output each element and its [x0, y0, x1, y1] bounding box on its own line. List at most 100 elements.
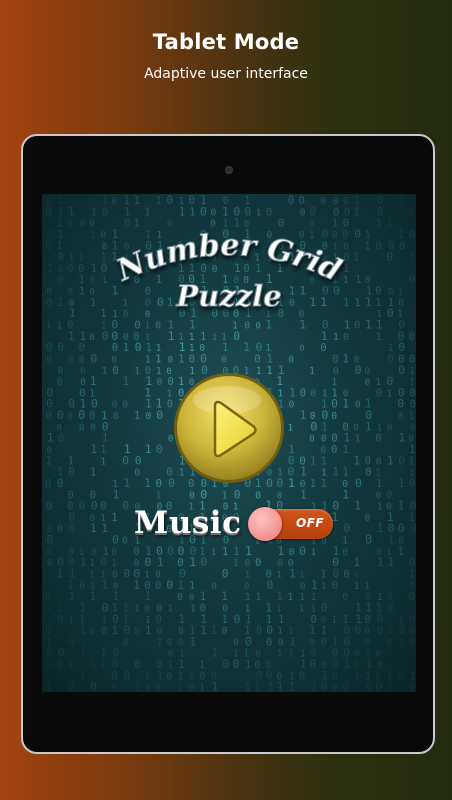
- svg-text:1: 1: [267, 680, 274, 692]
- svg-text:1: 1: [288, 680, 295, 692]
- svg-text:0: 0: [387, 625, 393, 637]
- svg-text:1: 1: [342, 536, 348, 547]
- svg-text:1: 1: [46, 682, 52, 692]
- svg-text:0: 0: [57, 408, 64, 422]
- svg-text:0: 0: [46, 341, 53, 354]
- svg-text:0: 0: [46, 500, 53, 513]
- svg-text:1: 1: [89, 570, 95, 581]
- svg-text:0: 0: [46, 533, 53, 547]
- svg-text:0: 0: [388, 521, 395, 535]
- svg-text:0: 0: [46, 355, 52, 366]
- svg-text:0: 0: [354, 570, 360, 581]
- svg-text:0: 0: [344, 522, 351, 535]
- svg-text:0: 0: [245, 558, 251, 569]
- svg-text:1: 1: [300, 465, 307, 479]
- svg-text:1: 1: [177, 669, 184, 682]
- svg-text:0: 0: [398, 671, 404, 682]
- play-button[interactable]: [173, 372, 285, 484]
- svg-text:1: 1: [354, 500, 361, 513]
- svg-text:1: 1: [320, 569, 326, 581]
- svg-text:1: 1: [408, 455, 414, 467]
- svg-text:0: 0: [146, 411, 152, 422]
- svg-text:0: 0: [134, 626, 140, 637]
- svg-text:1: 1: [68, 660, 74, 671]
- svg-text:1: 1: [409, 443, 416, 456]
- svg-text:0: 0: [278, 637, 284, 648]
- svg-text:1: 1: [189, 343, 195, 354]
- svg-text:1: 1: [377, 555, 384, 569]
- svg-text:1: 1: [355, 434, 361, 445]
- svg-text:1: 1: [409, 569, 415, 581]
- svg-text:1: 1: [342, 467, 348, 479]
- svg-text:1: 1: [299, 592, 305, 603]
- svg-text:0: 0: [267, 579, 274, 592]
- svg-text:1: 1: [265, 601, 272, 615]
- svg-text:0: 0: [233, 637, 239, 648]
- svg-text:0: 0: [79, 422, 85, 433]
- svg-text:1: 1: [277, 626, 283, 637]
- svg-text:0: 0: [189, 683, 195, 692]
- svg-text:0: 0: [189, 490, 195, 501]
- svg-text:1: 1: [144, 476, 151, 490]
- svg-text:0: 0: [57, 657, 64, 671]
- svg-text:0: 0: [200, 555, 207, 569]
- svg-text:1: 1: [100, 646, 107, 660]
- svg-text:1: 1: [387, 453, 394, 467]
- svg-text:0: 0: [168, 649, 174, 660]
- svg-text:1: 1: [320, 454, 327, 467]
- svg-text:1: 1: [386, 388, 392, 399]
- svg-text:1: 1: [144, 670, 150, 682]
- music-toggle-state: OFF: [296, 516, 325, 530]
- svg-text:0: 0: [113, 411, 119, 422]
- svg-text:1: 1: [134, 682, 140, 692]
- svg-text:0: 0: [47, 558, 53, 569]
- game-title: Number Grid Puzzle: [110, 227, 347, 313]
- svg-text:0: 0: [398, 522, 405, 535]
- svg-text:0: 0: [144, 604, 150, 615]
- svg-text:0: 0: [387, 353, 393, 366]
- svg-text:1: 1: [287, 592, 293, 603]
- svg-text:1: 1: [123, 476, 130, 490]
- svg-text:0: 0: [398, 453, 405, 467]
- svg-text:1: 1: [156, 668, 163, 682]
- svg-text:1: 1: [343, 657, 350, 671]
- svg-text:1: 1: [189, 555, 196, 569]
- svg-text:1: 1: [156, 635, 163, 648]
- svg-text:0: 0: [57, 524, 63, 535]
- svg-text:1: 1: [399, 432, 406, 445]
- svg-text:1: 1: [387, 592, 393, 603]
- svg-text:0: 0: [178, 626, 184, 637]
- svg-text:0: 0: [343, 568, 350, 581]
- svg-text:1: 1: [134, 366, 140, 377]
- svg-text:0: 0: [122, 500, 129, 513]
- svg-text:0: 0: [167, 637, 173, 648]
- svg-text:1: 1: [299, 570, 305, 581]
- svg-text:0: 0: [386, 488, 392, 501]
- svg-text:1: 1: [112, 625, 118, 637]
- svg-text:0: 0: [122, 453, 129, 467]
- svg-text:1: 1: [90, 443, 97, 456]
- svg-text:0: 0: [333, 366, 339, 377]
- svg-text:1: 1: [145, 442, 152, 456]
- svg-text:1: 1: [155, 353, 162, 366]
- svg-text:1: 1: [111, 558, 117, 569]
- svg-text:1: 1: [100, 456, 106, 467]
- svg-text:1: 1: [300, 487, 307, 501]
- svg-text:1: 1: [113, 487, 120, 501]
- svg-text:1: 1: [211, 547, 217, 558]
- svg-text:1: 1: [256, 592, 262, 603]
- svg-text:1: 1: [398, 546, 404, 558]
- svg-text:1: 1: [377, 521, 384, 535]
- music-toggle[interactable]: OFF: [248, 507, 333, 541]
- svg-text:1: 1: [398, 476, 405, 490]
- svg-text:1: 1: [254, 682, 260, 692]
- svg-text:1: 1: [177, 684, 182, 692]
- svg-text:0: 0: [68, 511, 75, 524]
- svg-text:0: 0: [166, 671, 172, 682]
- svg-text:1: 1: [311, 592, 317, 603]
- svg-text:0: 0: [200, 487, 207, 501]
- svg-text:0: 0: [376, 386, 383, 399]
- svg-text:1: 1: [189, 635, 196, 648]
- svg-text:0: 0: [375, 680, 382, 692]
- svg-text:0: 0: [168, 356, 173, 366]
